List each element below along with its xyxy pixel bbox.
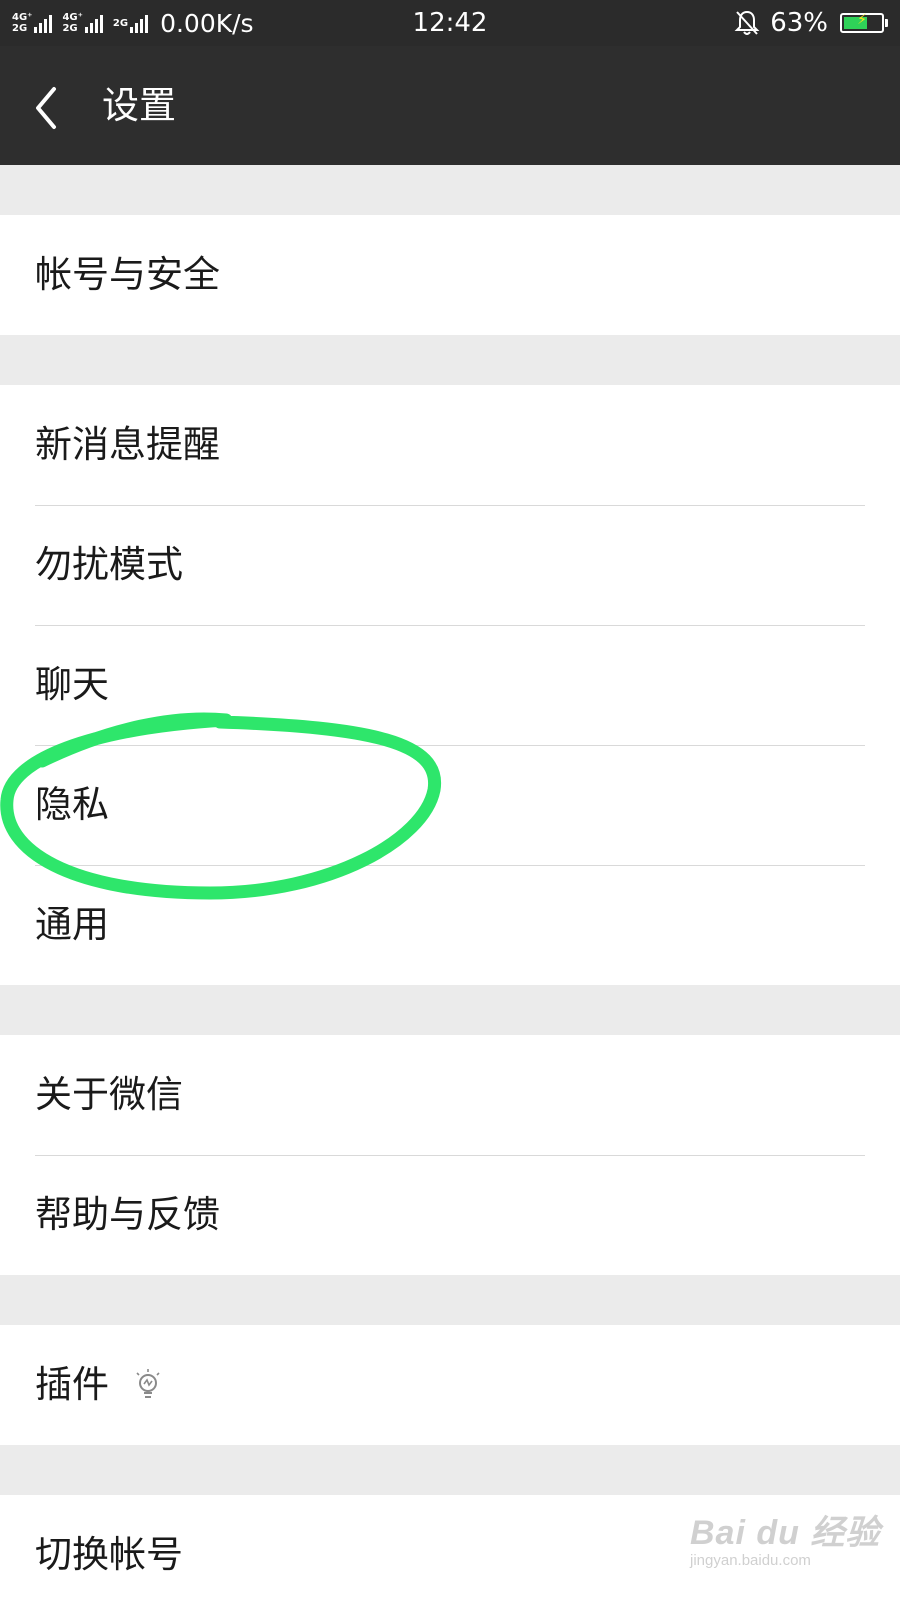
app-bar: 设置 [0,46,900,165]
settings-item-chat[interactable]: 聊天 [0,625,900,745]
settings-item-label: 勿扰模式 [35,543,183,586]
status-right: 63% ⚡ [734,0,888,46]
settings-item-new-message-alerts[interactable]: 新消息提醒 [0,385,900,505]
battery-icon: ⚡ [840,12,884,33]
back-button[interactable] [22,71,82,141]
settings-item-do-not-disturb[interactable]: 勿扰模式 [0,505,900,625]
settings-group-account: 帐号与安全 [0,215,900,335]
settings-item-plugins[interactable]: 插件 [0,1325,900,1445]
settings-item-label: 插件 [35,1363,109,1406]
settings-item-general[interactable]: 通用 [0,865,900,985]
settings-item-label: 帐号与安全 [35,253,220,296]
watermark-logo: Bai du 经验 [690,1514,881,1552]
settings-item-help-feedback[interactable]: 帮助与反馈 [0,1155,900,1275]
settings-item-label: 通用 [35,903,109,946]
watermark-url: jingyan.baidu.com [690,1552,811,1569]
battery-percent: 63% [770,8,828,38]
settings-group-general: 新消息提醒 勿扰模式 聊天 隐私 通用 [0,385,900,985]
watermark: Bai du 经验 jingyan.baidu.com [690,1505,880,1569]
settings-item-account-security[interactable]: 帐号与安全 [0,215,900,335]
lightbulb-icon [136,1369,160,1398]
settings-item-label: 新消息提醒 [35,423,220,466]
status-bar: 4G⁺ 2G 4G⁺ 2G 2G 0.00K/s 12:42 63% ⚡ [0,0,900,46]
settings-item-label: 帮助与反馈 [35,1193,220,1236]
settings-item-privacy[interactable]: 隐私 [0,745,900,865]
settings-item-label: 关于微信 [35,1073,183,1116]
bell-muted-icon [734,10,760,35]
battery-cap [885,19,888,27]
page-title: 设置 [102,84,176,127]
settings-group-plugins: 插件 [0,1325,900,1445]
settings-item-label: 聊天 [35,663,109,706]
settings-item-label: 切换帐号 [35,1533,183,1576]
chevron-left-icon [36,87,56,129]
settings-group-about: 关于微信 帮助与反馈 [0,1035,900,1275]
settings-item-label: 隐私 [35,783,109,826]
charging-bolt-icon: ⚡ [857,12,867,28]
settings-item-about-wechat[interactable]: 关于微信 [0,1035,900,1155]
